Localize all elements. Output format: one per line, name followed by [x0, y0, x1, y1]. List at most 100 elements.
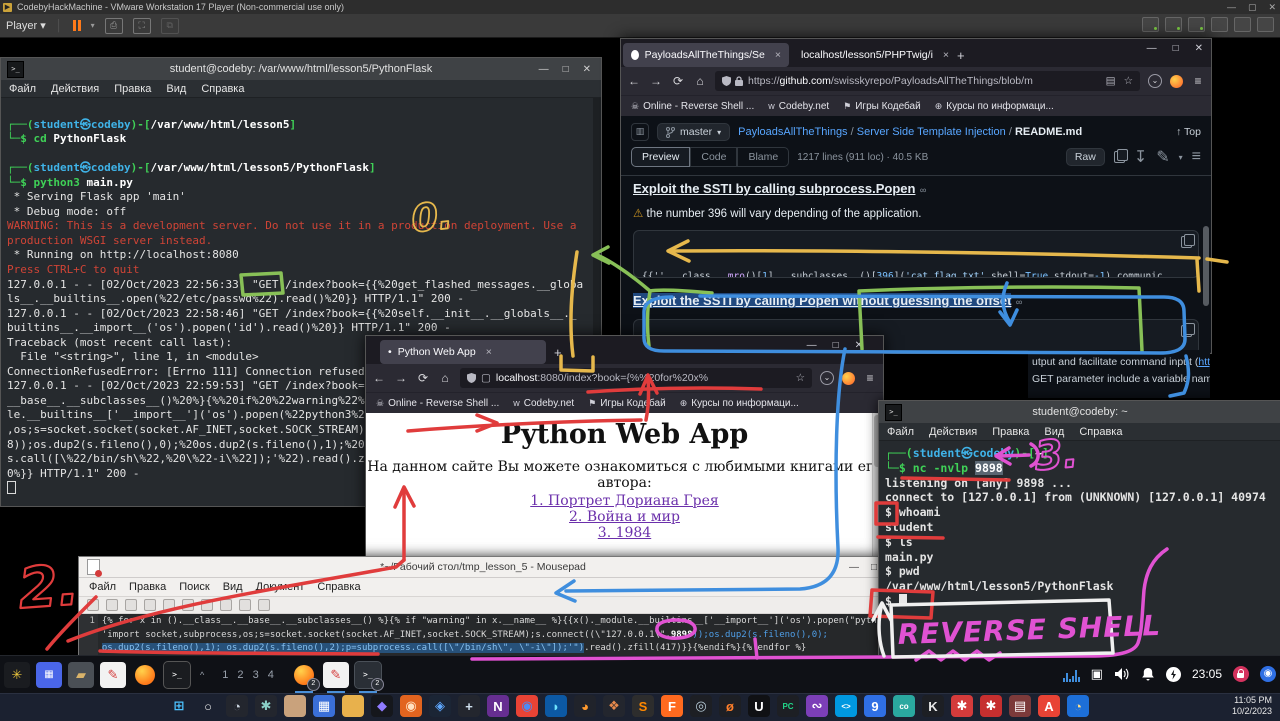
paste-icon[interactable] — [239, 599, 251, 611]
book-link-3[interactable]: 3. 1984 — [598, 525, 651, 541]
copy-file-icon[interactable] — [1114, 151, 1125, 163]
menu-help[interactable]: Справка — [317, 581, 360, 593]
network-device-icon[interactable] — [1188, 17, 1205, 32]
firefox-account-icon[interactable] — [842, 372, 855, 385]
menu-edit[interactable]: Правка — [114, 83, 151, 95]
taskbar-terminal-windows[interactable]: >_ 2 — [355, 662, 381, 688]
forward-icon[interactable]: → — [394, 371, 408, 385]
breadcrumb-folder[interactable]: Server Side Template Injection — [857, 126, 1006, 138]
minimize-button[interactable]: — — [539, 64, 549, 75]
menu-help[interactable]: Справка — [201, 83, 244, 95]
url-bar[interactable]: ▢ localhost:8080/index?book={%%20for%20x… — [460, 368, 812, 388]
grid-app-icon[interactable]: ❖ — [603, 695, 625, 717]
menu-view[interactable]: Вид — [1044, 426, 1064, 438]
printer-device-icon[interactable] — [1257, 17, 1274, 32]
player-menu[interactable]: Player ▾ — [6, 19, 46, 32]
app-menu-icon[interactable]: ≡ — [1191, 74, 1205, 88]
menu-file[interactable]: Файл — [887, 426, 914, 438]
dark-app-icon[interactable]: ✱ — [255, 695, 277, 717]
terminal-nc-titlebar[interactable]: >_ student@codeby: ~ — [879, 401, 1280, 423]
home-icon[interactable]: ⌂ — [438, 371, 452, 385]
save-icon[interactable] — [125, 599, 137, 611]
raw-button[interactable]: Raw — [1066, 148, 1105, 166]
co-app-icon[interactable]: co — [893, 695, 915, 717]
workspace-pager[interactable]: 1 2 3 4 — [222, 669, 277, 681]
close-button[interactable]: ✕ — [855, 340, 863, 351]
reader-mode-icon[interactable]: ▤ — [1106, 75, 1116, 87]
tab-preview[interactable]: Preview — [631, 147, 690, 167]
bookmark-star-icon[interactable]: ☆ — [1124, 75, 1133, 87]
bookmark-star-icon[interactable]: ☆ — [796, 372, 805, 384]
code-block-subprocess[interactable]: {{''.__class__.mro()[1].__subclasses__()… — [633, 230, 1199, 278]
tab-close-icon[interactable]: × — [486, 346, 492, 358]
calendar-icon[interactable]: ▦ — [313, 695, 335, 717]
copy-code-icon[interactable] — [1181, 236, 1192, 248]
disk-device-icon[interactable] — [1142, 17, 1159, 32]
onenote-icon[interactable]: N — [487, 695, 509, 717]
bookmark-games[interactable]: ⚑Игры Кодебай — [588, 398, 666, 409]
new-icon[interactable] — [87, 599, 99, 611]
usb-device-icon[interactable] — [1211, 17, 1228, 32]
orange-app-icon[interactable]: ◉ — [400, 695, 422, 717]
file-manager-icon[interactable]: ▰ — [68, 662, 94, 688]
fullscreen-icon[interactable]: ⛶ — [133, 18, 151, 34]
menu-edit[interactable]: Правка — [129, 581, 166, 593]
menu-help[interactable]: Справка — [1079, 426, 1122, 438]
tab-python-web-app[interactable]: • Python Web App × — [380, 340, 546, 364]
app-menu-icon[interactable]: ≡ — [863, 371, 877, 385]
edit-dropdown-icon[interactable]: ▾ — [1179, 153, 1183, 162]
app-menu-icon[interactable]: ▦ — [36, 662, 62, 688]
display-tray-icon[interactable]: ▣ — [1091, 666, 1103, 682]
tab-localhost-phptwig[interactable]: localhost/lesson5/PHPTwig/i × — [793, 43, 949, 67]
taskbar-firefox-windows[interactable]: 2 — [291, 662, 317, 688]
bookmark-courses[interactable]: ⊕Курсы по информаци... — [935, 101, 1054, 112]
firefox-icon[interactable]: ◕ — [574, 695, 596, 717]
menu-file[interactable]: Файл — [9, 83, 36, 95]
volume-icon[interactable] — [1114, 667, 1130, 681]
gauge-app-icon[interactable]: ◔ — [226, 695, 248, 717]
menu-search[interactable]: Поиск — [179, 581, 209, 593]
obsidian-icon[interactable]: ◆ — [371, 695, 393, 717]
menu-actions[interactable]: Действия — [51, 83, 99, 95]
firefox-launcher-icon[interactable] — [132, 662, 158, 688]
menu-actions[interactable]: Действия — [929, 426, 977, 438]
back-to-top-link[interactable]: ↑ Top — [1176, 126, 1201, 138]
menu-view[interactable]: Вид — [223, 581, 243, 593]
bookmark-courses[interactable]: ⊕Курсы по информаци... — [680, 398, 799, 409]
chrome-icon[interactable]: ◉ — [516, 695, 538, 717]
visual-studio-icon[interactable]: ∾ — [806, 695, 828, 717]
minimize-button[interactable]: — — [1147, 43, 1157, 54]
tab-close-icon[interactable]: × — [943, 49, 949, 61]
update-tray-icon[interactable]: ◉ — [1260, 666, 1276, 682]
bookmark-games[interactable]: ⚑Игры Кодебай — [843, 101, 921, 112]
new-tab-button[interactable]: + — [554, 345, 562, 360]
minimize-button[interactable]: — — [849, 562, 859, 573]
redo-icon[interactable] — [182, 599, 194, 611]
windows-clock[interactable]: 11:05 PM 10/2/2023 — [1232, 695, 1272, 717]
terminal-launcher-icon[interactable]: >_ — [164, 662, 190, 688]
cd-device-icon[interactable] — [1165, 17, 1182, 32]
menu-view[interactable]: Вид — [166, 83, 186, 95]
heading-subprocess-popen[interactable]: Exploit the SSTI by calling subprocess.P… — [633, 181, 915, 196]
forward-icon[interactable]: → — [649, 74, 663, 88]
vm-clock[interactable]: 23:05 — [1192, 667, 1222, 681]
pocket-icon[interactable]: ⌄ — [820, 371, 834, 385]
sidebar-toggle-icon[interactable]: ▥ — [631, 123, 649, 141]
firefox-account-icon[interactable] — [1170, 75, 1183, 88]
minimize-button[interactable]: — — [807, 340, 817, 351]
github-scrollbar[interactable] — [1203, 226, 1209, 336]
red-gear2-icon[interactable]: ✱ — [980, 695, 1002, 717]
url-bar[interactable]: https://github.com/swisskyrepo/PayloadsA… — [715, 71, 1140, 91]
file-explorer-icon[interactable] — [342, 695, 364, 717]
maximize-button[interactable]: □ — [563, 64, 569, 75]
start-icon[interactable]: ⊞ — [168, 695, 190, 717]
taskbar-mousepad-window[interactable]: ✎ — [323, 662, 349, 688]
search-icon[interactable]: ○ — [197, 695, 219, 717]
close-button[interactable]: ✕ — [583, 64, 591, 75]
heading-popen-offset[interactable]: Exploit the SSTI by calling Popen withou… — [633, 293, 1011, 308]
unreal-icon[interactable]: U — [748, 695, 770, 717]
menu-edit[interactable]: Правка — [992, 426, 1029, 438]
home-icon[interactable]: ⌂ — [693, 74, 707, 88]
camera-app-icon[interactable]: ◎ — [690, 695, 712, 717]
bookmark-reverse-shell[interactable]: ☠Online - Reverse Shell ... — [376, 398, 499, 409]
